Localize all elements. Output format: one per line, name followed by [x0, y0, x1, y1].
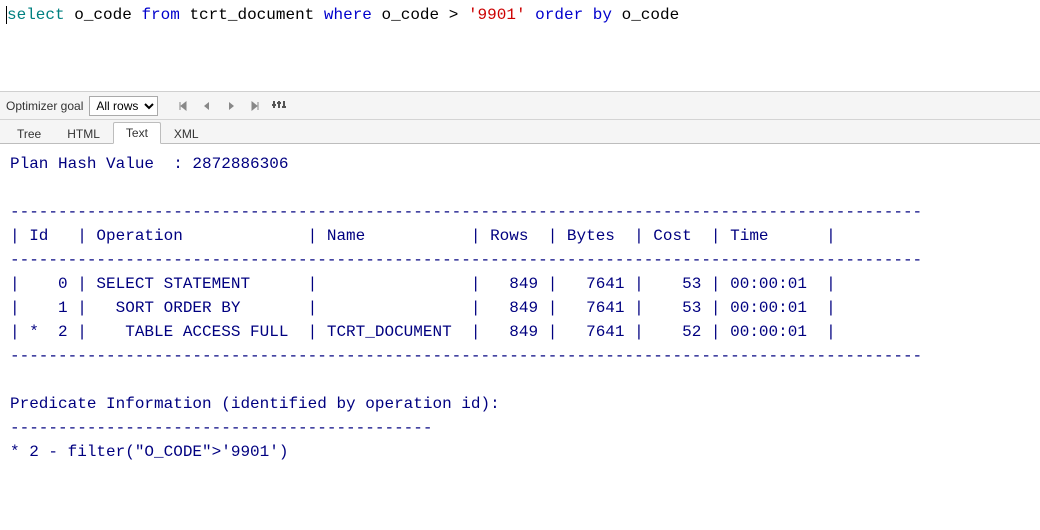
tab-html[interactable]: HTML: [54, 123, 113, 144]
optimizer-goal-label: Optimizer goal: [6, 99, 83, 113]
tab-tree[interactable]: Tree: [4, 123, 54, 144]
plan-text-output: Plan Hash Value : 2872886306 -----------…: [0, 144, 1040, 472]
sql-token-space: [526, 6, 536, 24]
tab-xml[interactable]: XML: [161, 123, 212, 144]
first-record-button[interactable]: [174, 97, 192, 115]
sql-token-ident: >: [449, 6, 459, 24]
next-record-button[interactable]: [222, 97, 240, 115]
sql-token-select: select: [7, 6, 65, 24]
sql-token-blue: from: [141, 6, 179, 24]
sql-token-ident: o_code: [74, 6, 132, 24]
optimizer-goal-select[interactable]: All rows: [89, 96, 158, 116]
plan-tab-strip: TreeHTMLTextXML: [0, 120, 1040, 144]
sql-token-space: [314, 6, 324, 24]
sql-token-blue: order by: [535, 6, 612, 24]
sql-token-space: [180, 6, 190, 24]
sql-token-ident: o_code: [622, 6, 680, 24]
sql-token-space: [612, 6, 622, 24]
last-record-button[interactable]: [246, 97, 264, 115]
sql-editor[interactable]: select o_code from tcrt_document where o…: [0, 0, 1040, 92]
sql-token-ident: o_code: [382, 6, 440, 24]
sql-token-str: '9901': [468, 6, 526, 24]
tab-text[interactable]: Text: [113, 122, 161, 144]
sql-token-space: [372, 6, 382, 24]
plan-toolbar: Optimizer goal All rows: [0, 92, 1040, 120]
prev-record-button[interactable]: [198, 97, 216, 115]
settings-icon[interactable]: [270, 97, 288, 115]
sql-token-blue: where: [324, 6, 372, 24]
sql-token-space: [132, 6, 142, 24]
sql-token-ident: tcrt_document: [189, 6, 314, 24]
sql-token-space: [65, 6, 75, 24]
sql-token-space: [458, 6, 468, 24]
sql-token-space: [439, 6, 449, 24]
